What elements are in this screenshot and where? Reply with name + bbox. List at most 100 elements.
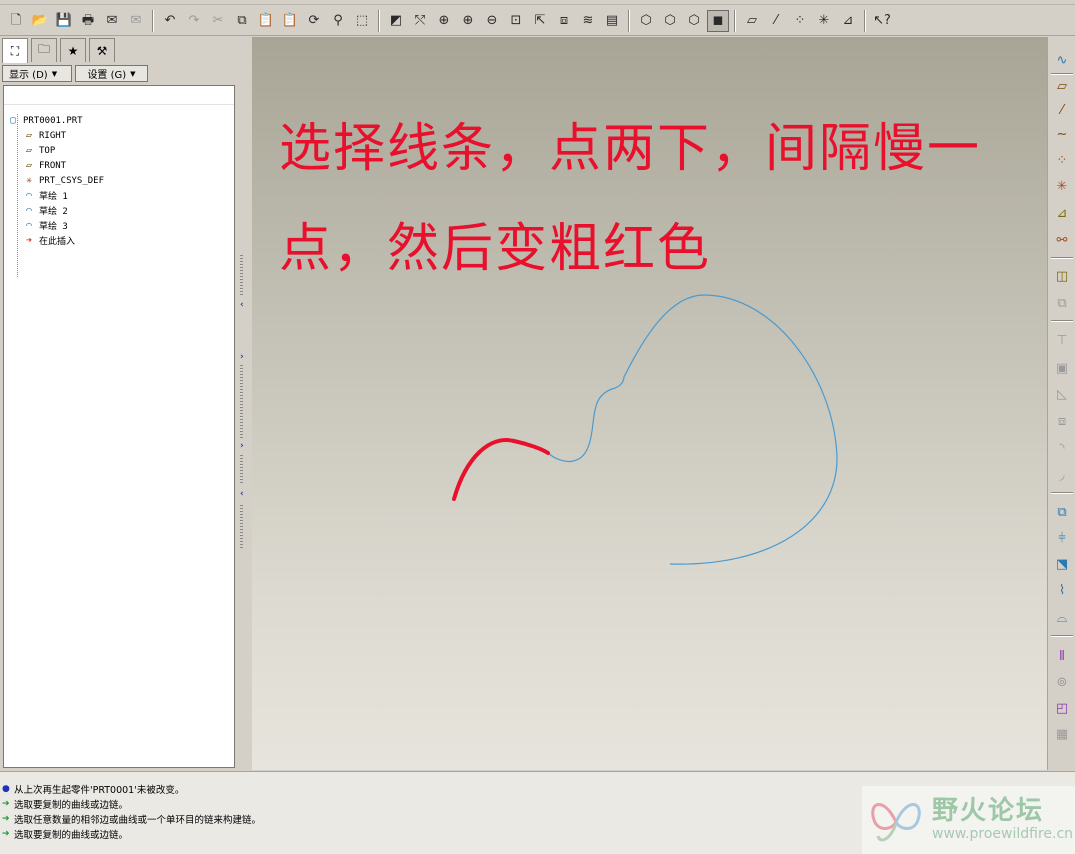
tree-item-sketch-2[interactable]: ⌒ 草绘 2 (4, 203, 234, 218)
undo-icon[interactable]: ↶ (159, 10, 181, 32)
show-menu-button[interactable]: 显示 (D) ▼ (2, 65, 72, 82)
tree-item-csys[interactable]: ✳ PRT_CSYS_DEF (4, 173, 234, 188)
spin-center-icon[interactable]: ⤲ (409, 10, 431, 32)
wireframe-icon[interactable]: ⬡ (635, 10, 657, 32)
print-icon[interactable]: 🖶 (77, 10, 99, 32)
pattern-icon[interactable]: ⫴ (1051, 645, 1073, 667)
sketch-display-icon[interactable]: ◩ (385, 10, 407, 32)
tree-item-sketch-1[interactable]: ⌒ 草绘 1 (4, 188, 234, 203)
chevron-down-icon: ▼ (51, 69, 58, 78)
zoom-in-icon[interactable]: ⊕ (457, 10, 479, 32)
insert-feature-icon[interactable]: ⚯ (1051, 229, 1073, 251)
collapse-left-icon[interactable]: ‹ (240, 489, 244, 499)
csys-icon: ✳ (25, 175, 33, 186)
annotation-display-icon[interactable]: ⊿ (837, 10, 859, 32)
select-box-icon[interactable]: ⬚ (351, 10, 373, 32)
tree-item-right[interactable]: ▱ RIGHT (4, 128, 234, 143)
csys-tool-icon[interactable]: ✳ (1051, 175, 1073, 197)
zoom-out-icon[interactable]: ⊖ (481, 10, 503, 32)
redo-icon[interactable]: ↷ (183, 10, 205, 32)
toolbar-separator (1051, 257, 1073, 259)
collapse-left-icon[interactable]: ‹ (240, 300, 244, 310)
sketch-icon: ⌒ (25, 205, 33, 216)
model-tree-tab[interactable]: ⛶ (2, 38, 28, 63)
tree-item-front[interactable]: ▱ FRONT (4, 158, 234, 173)
datum-point-display-icon[interactable]: ⁘ (789, 10, 811, 32)
menu-bar (0, 0, 1075, 5)
copy-tool-icon[interactable]: ⧉ (1051, 501, 1073, 523)
datum-plane-icon: ▱ (25, 160, 33, 171)
sketch-tool-icon[interactable]: ∿ (1051, 49, 1073, 71)
send-icon[interactable]: ✉ (101, 10, 123, 32)
context-help-icon[interactable]: ↖? (871, 10, 893, 32)
paste-special-icon[interactable]: 📋 (279, 10, 301, 32)
shell-icon[interactable]: ▣ (1051, 357, 1073, 379)
splitter-grip (240, 505, 243, 550)
expand-right-icon[interactable]: › (240, 441, 244, 451)
datum-curve-tool-icon[interactable]: ∼ (1051, 123, 1073, 145)
mirror-icon[interactable]: ⫩ (1051, 527, 1073, 549)
offset-icon[interactable]: ⊚ (1051, 671, 1073, 693)
settings-menu-button[interactable]: 设置 (G) ▼ (75, 65, 148, 82)
datum-axis-tool-icon[interactable]: ⁄ (1051, 99, 1073, 121)
shading-icon[interactable]: ◼ (707, 9, 729, 32)
copy-icon[interactable]: ⧉ (231, 10, 253, 32)
boundary-blend-icon[interactable]: ⧉ (1051, 292, 1073, 314)
layers-icon[interactable]: ≋ (577, 10, 599, 32)
rib-icon[interactable]: ⧈ (1051, 410, 1073, 432)
csys-display-icon[interactable]: ✳ (813, 10, 835, 32)
thicken-icon[interactable]: ⌓ (1051, 607, 1073, 629)
message-line: ➔ 选取任意数量的相邻边或曲线或一个单环目的链来构建链。 (2, 812, 261, 826)
analysis-tool-icon[interactable]: ⊿ (1051, 202, 1073, 224)
tree-item-insert-here[interactable]: ➔ 在此插入 (4, 233, 234, 248)
model-tree-icon: ⛶ (10, 43, 20, 58)
tree-item-label: 在此插入 (39, 237, 76, 247)
wrap-icon[interactable]: ▦ (1051, 723, 1073, 745)
draft-icon[interactable]: ◺ (1051, 383, 1073, 405)
cut-icon[interactable]: ✂ (207, 10, 229, 32)
project-icon[interactable]: ◰ (1051, 697, 1073, 719)
navigator-tabs: ⛶ 🗀 ★ ⚒ (2, 38, 118, 63)
tree-item-label: 草绘 1 (39, 192, 68, 202)
tree-item-top[interactable]: ▱ TOP (4, 143, 234, 158)
regenerate-icon[interactable]: ⟳ (303, 10, 325, 32)
folder-browser-tab[interactable]: 🗀 (31, 38, 57, 62)
no-hidden-icon[interactable]: ⬡ (683, 10, 705, 32)
selected-sketch-curve[interactable] (452, 438, 550, 501)
toolbar-separator (152, 9, 154, 32)
datum-plane-display-icon[interactable]: ▱ (741, 10, 763, 32)
save-icon[interactable]: 💾 (53, 10, 75, 32)
connections-tab[interactable]: ⚒ (89, 38, 115, 62)
reorient-icon[interactable]: ⇱ (529, 10, 551, 32)
find-icon[interactable]: ⚲ (327, 10, 349, 32)
extrude-icon[interactable]: ⊤ (1051, 329, 1073, 351)
tree-root[interactable]: ▢ PRT0001.PRT (4, 113, 234, 128)
trim-icon[interactable]: ⌇ (1051, 579, 1073, 601)
chamfer-icon[interactable]: ◞ (1051, 464, 1073, 486)
toolbar-separator (1051, 320, 1073, 322)
folder-icon: 🗀 (37, 42, 50, 56)
merge-icon[interactable]: ⬔ (1051, 553, 1073, 575)
splitter-grip (240, 255, 243, 295)
saved-view-icon[interactable]: ⧈ (553, 10, 575, 32)
paste-icon[interactable]: 📋 (255, 10, 277, 32)
view-manager-icon[interactable]: ▤ (601, 10, 623, 32)
tree-item-sketch-3[interactable]: ⌒ 草绘 3 (4, 218, 234, 233)
favorites-tab[interactable]: ★ (60, 38, 86, 62)
settings-menu-label: 设置 (G) (87, 70, 127, 81)
refit-icon[interactable]: ⊡ (505, 10, 527, 32)
email-icon[interactable]: ✉ (125, 10, 147, 32)
expand-right-icon[interactable]: › (240, 352, 244, 362)
new-icon[interactable]: 🗋 (5, 10, 27, 32)
sketch-curve[interactable] (547, 294, 838, 565)
style-tool-icon[interactable]: ◫ (1051, 265, 1073, 287)
round-icon[interactable]: ◝ (1051, 437, 1073, 459)
panel-splitter[interactable]: ‹ › › ‹ (238, 255, 246, 550)
zoom-fit-icon[interactable]: ⊕ (433, 10, 455, 32)
hidden-line-icon[interactable]: ⬡ (659, 10, 681, 32)
graphics-window[interactable]: 选择线条，点两下，间隔慢一 点，然后变粗红色 (252, 37, 1047, 770)
datum-axis-display-icon[interactable]: ⁄ (765, 10, 787, 32)
datum-point-tool-icon[interactable]: ⁘ (1051, 149, 1073, 171)
datum-plane-tool-icon[interactable]: ▱ (1051, 75, 1073, 97)
open-icon[interactable]: 📂 (29, 10, 51, 32)
